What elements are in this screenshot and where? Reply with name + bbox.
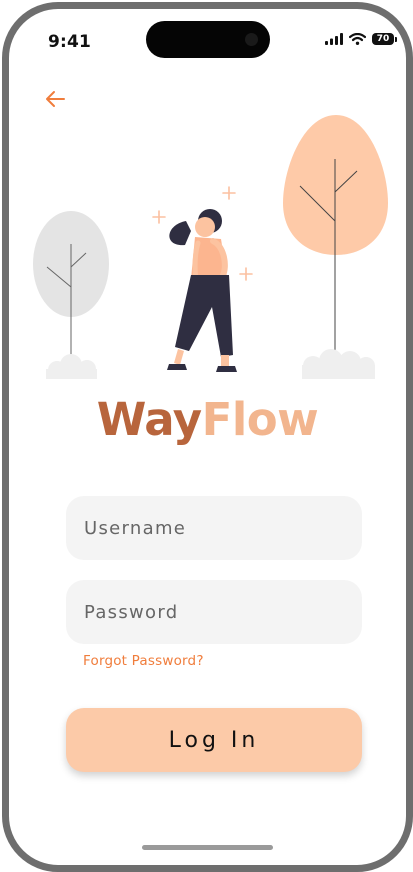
screen: 9:41 70 WayFlow Username Forgot Password… (2, 2, 413, 872)
phone-device: 9:41 70 WayFlow Username Forgot Password… (0, 0, 413, 872)
username-input[interactable] (66, 496, 362, 560)
app-logo: WayFlow (9, 393, 406, 446)
left-tree (33, 211, 109, 359)
logo-part-way: Way (96, 393, 202, 446)
home-indicator[interactable] (142, 845, 273, 850)
bush-left (46, 354, 97, 379)
woman-figure (167, 209, 237, 372)
login-button[interactable]: Log In (66, 708, 362, 772)
password-input[interactable] (66, 580, 362, 644)
right-tree (283, 115, 388, 352)
hero-illustration (33, 115, 388, 379)
bush-right (302, 349, 375, 379)
logo-part-flow: Flow (201, 393, 319, 446)
forgot-password-link[interactable]: Forgot Password? (83, 653, 204, 669)
